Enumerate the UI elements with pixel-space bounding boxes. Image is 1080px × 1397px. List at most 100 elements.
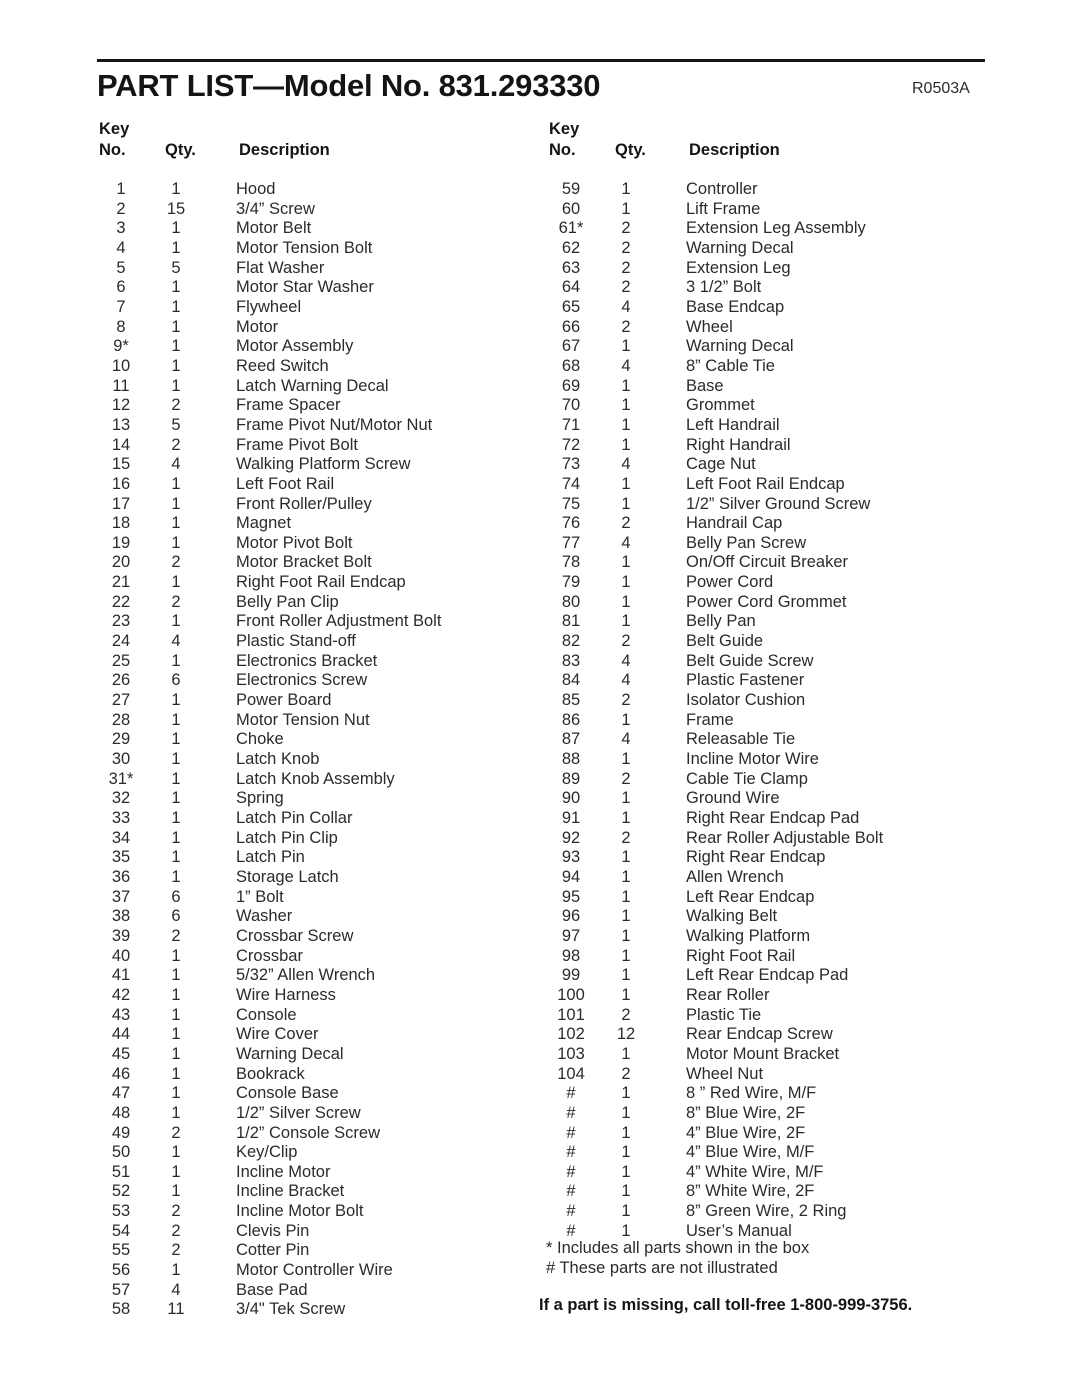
part-quantity: 1 [171,828,181,847]
table-row: 29 1 Choke [97,730,567,750]
part-description: Incline Motor Wire [686,750,819,769]
part-quantity: 1 [621,612,631,631]
part-quantity: 2 [171,553,181,572]
table-row: 38 6 Washer [97,907,567,927]
table-row: 51 1 Incline Motor [97,1163,567,1183]
part-description: 1/2” Silver Screw [236,1103,361,1122]
part-description: Washer [236,907,293,926]
part-quantity: 1 [621,926,631,945]
part-key-number: 55 [111,1241,131,1260]
part-quantity: 2 [621,258,631,277]
table-row: 67 1 Warning Decal [547,337,1017,357]
part-quantity: 1 [621,867,631,886]
table-row: 97 1 Walking Platform [547,927,1017,947]
table-row: 68 4 8” Cable Tie [547,357,1017,377]
part-quantity: 4 [621,297,631,316]
part-quantity: 4 [621,671,631,690]
part-description: 5/32” Allen Wrench [236,966,376,985]
part-description: 4” Blue Wire, 2F [686,1123,806,1142]
part-description: Latch Knob Assembly [236,769,395,788]
part-description: 8” Blue Wire, 2F [686,1103,806,1122]
part-quantity: 4 [621,533,631,552]
part-description: Motor Star Washer [236,278,374,297]
part-description: 1/2” Console Screw [236,1123,380,1142]
table-row: 6 1 Motor Star Washer [97,278,567,298]
part-quantity: 2 [621,632,631,651]
table-row: 49 2 1/2” Console Screw [97,1124,567,1144]
part-description: 3/4” Screw [236,199,315,218]
part-key-number: 63 [561,258,581,277]
part-description: Belly Pan Screw [686,533,807,552]
part-description: Left Rear Endcap [686,887,815,906]
part-key-number: 100 [557,985,585,1004]
table-row: 17 1 Front Roller/Pulley [97,495,567,515]
part-description: Cotter Pin [236,1241,310,1260]
part-quantity: 1 [621,1044,631,1063]
footnote: * Includes all parts shown in the box [546,1239,810,1257]
part-key-number: 1 [116,180,126,198]
part-key-number: 10 [111,356,131,375]
part-quantity: 5 [171,258,181,277]
table-row: 11 1 Latch Warning Decal [97,377,567,397]
part-quantity: 2 [621,828,631,847]
part-key-number: 85 [561,691,581,710]
part-key-number: 28 [111,710,131,729]
part-quantity: 1 [621,985,631,1004]
part-quantity: 1 [621,1162,631,1181]
part-description: 8 ” Red Wire, M/F [686,1084,817,1103]
part-quantity: 2 [621,219,631,238]
part-quantity: 2 [621,769,631,788]
part-description: Latch Pin [236,848,305,867]
part-key-number: 76 [561,514,581,533]
part-key-number: 9* [113,337,129,356]
part-description: Motor Belt [236,219,312,238]
part-description: Latch Knob [236,750,320,769]
part-quantity: 4 [621,730,631,749]
part-quantity: 6 [171,671,181,690]
part-description: Incline Bracket [236,1182,345,1201]
table-row: 79 1 Power Cord [547,573,1017,593]
table-row: #1 8” Blue Wire, 2F [547,1104,1017,1124]
part-quantity: 2 [621,1064,631,1083]
table-row: 80 1 Power Cord Grommet [547,593,1017,613]
part-key-number: 18 [111,514,131,533]
part-key-number: 27 [111,691,131,710]
table-row: 43 1 Console [97,1006,567,1026]
part-quantity: 1 [621,376,631,395]
page-title: PART LIST—Model No. 831.293330 [97,68,601,103]
part-description: Power Cord Grommet [686,592,847,611]
part-description: Walking Platform [686,926,811,945]
table-row: 30 1 Latch Knob [97,750,567,770]
table-row: 102 12 Rear Endcap Screw [547,1025,1017,1045]
table-row: 52 1 Incline Bracket [97,1182,567,1202]
part-key-number: 75 [561,494,581,513]
part-description: Belly Pan Clip [236,592,339,611]
table-row: 59 1 Controller [547,180,1017,200]
part-key-number: 102 [557,1025,585,1044]
part-description: 1” Bolt [236,887,284,906]
part-key-number: 22 [111,592,131,611]
table-row: 57 4 Base Pad [97,1281,567,1301]
table-row: #1 4” Blue Wire, 2F [547,1124,1017,1144]
part-key-number: 93 [561,848,581,867]
part-key-number: 6 [116,278,126,297]
table-row: 3 1 Motor Belt [97,219,567,239]
part-quantity: 1 [621,710,631,729]
table-row: 87 4 Releasable Tie [547,730,1017,750]
part-quantity: 2 [621,278,631,297]
part-key-number: 37 [111,887,131,906]
table-row: #1 8” Green Wire, 2 Ring [547,1202,1017,1222]
table-row: 45 1 Warning Decal [97,1045,567,1065]
part-description: Reed Switch [236,356,329,375]
table-row: 10 1 Reed Switch [97,357,567,377]
part-key-number: 46 [111,1064,131,1083]
part-description: 4” White Wire, M/F [686,1162,824,1181]
part-key-number: 35 [111,848,131,867]
part-quantity: 2 [171,592,181,611]
part-key-number: 72 [561,435,581,454]
part-key-number: 41 [111,966,131,985]
part-description: Rear Roller [686,985,770,1004]
part-key-number: 98 [561,946,581,965]
part-quantity: 1 [171,848,181,867]
part-key-number: 49 [111,1123,131,1142]
